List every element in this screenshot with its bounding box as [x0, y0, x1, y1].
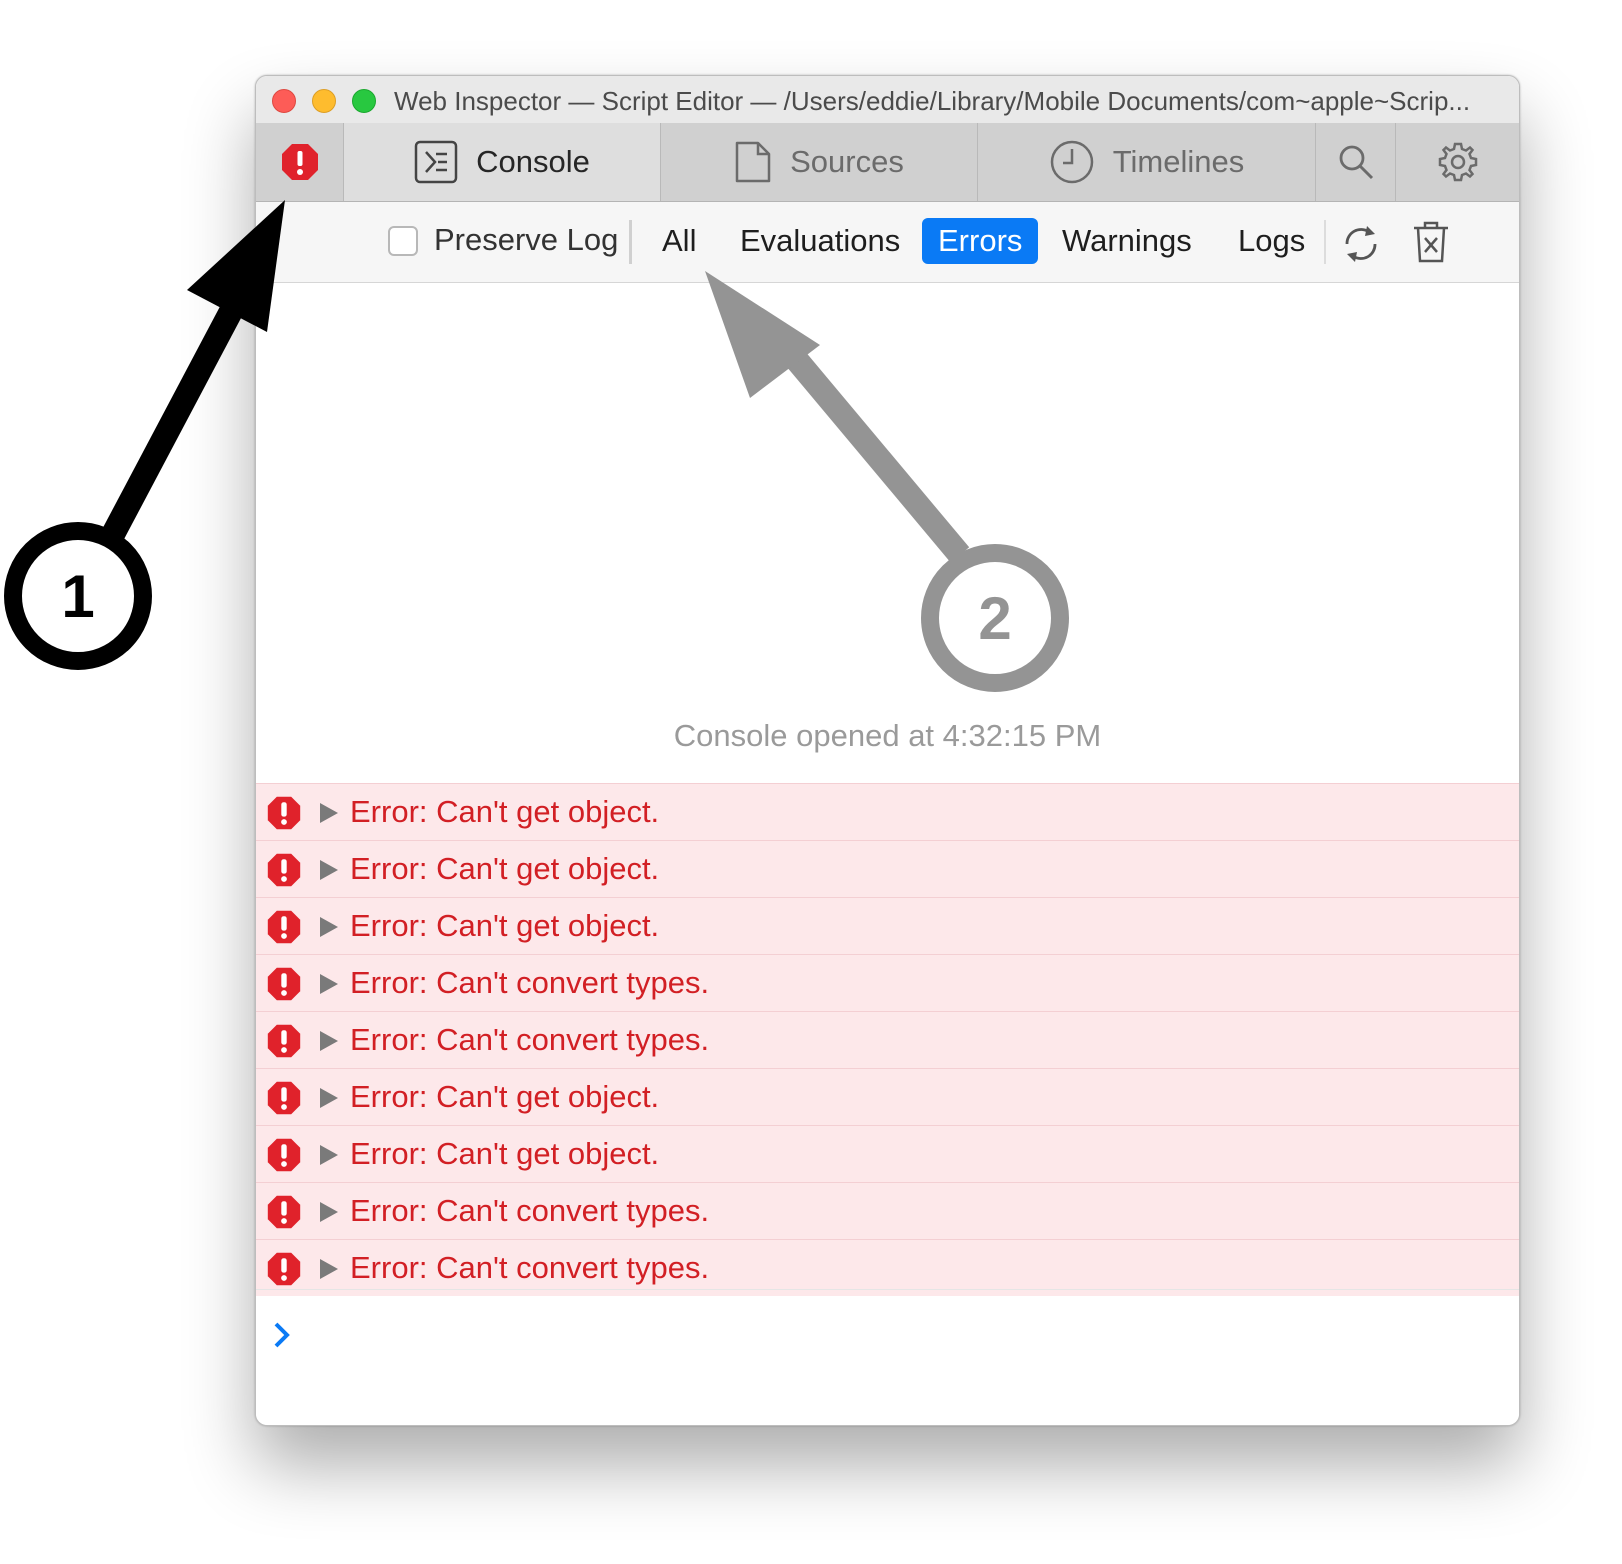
- annotation-arrows: [99, 200, 970, 563]
- callout-2-arrow-shaft: [780, 344, 970, 563]
- callout-badge-1: 1: [4, 522, 152, 670]
- callout-1-arrow-head: [187, 200, 285, 332]
- callout-1-arrow-shaft: [99, 294, 248, 546]
- callout-badge-2: 2: [921, 544, 1069, 692]
